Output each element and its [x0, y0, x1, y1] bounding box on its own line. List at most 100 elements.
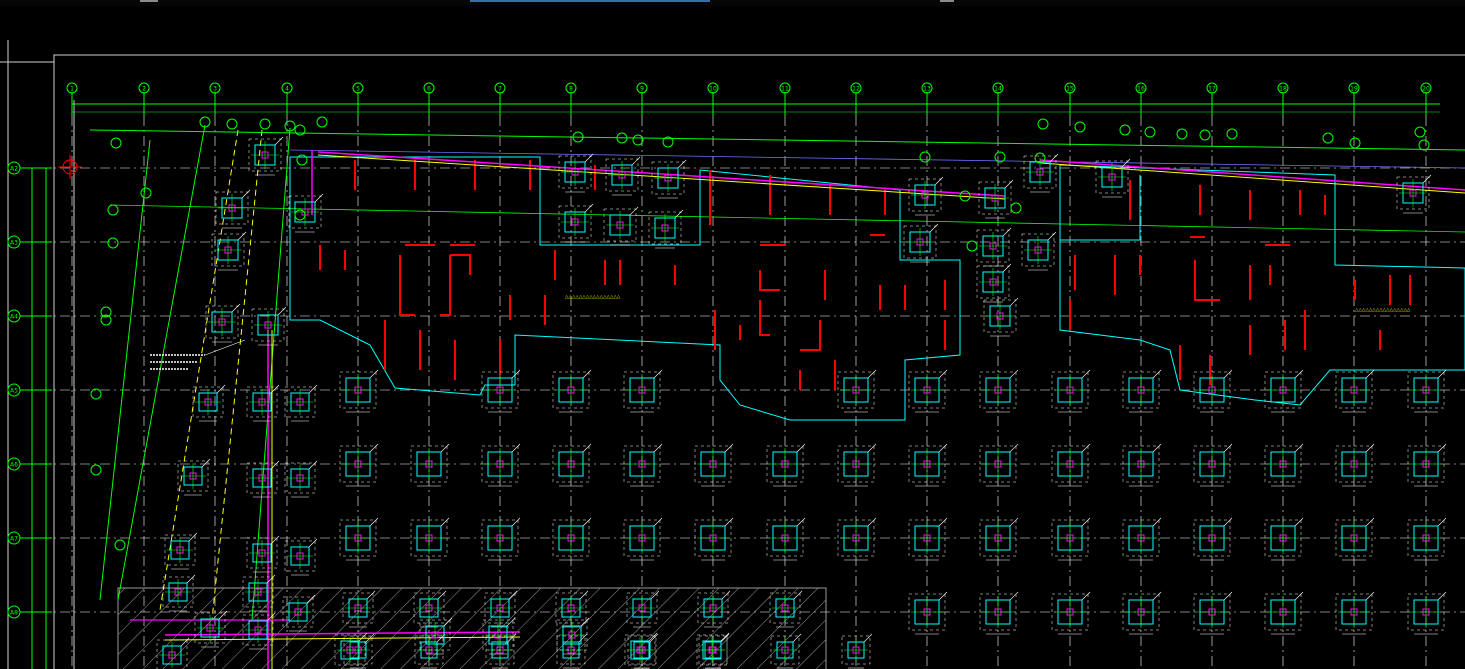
cap-leader [1009, 591, 1019, 601]
column-bubble-text: 15 [1066, 86, 1074, 93]
pile-cap [1051, 517, 1091, 561]
row-bubble: A4 [7, 309, 21, 323]
cap-leader [440, 517, 450, 527]
sub-axis-bubble-circle [1414, 126, 1426, 138]
pile-cap [177, 458, 211, 496]
cap-leader [369, 369, 379, 379]
outline-notch [1059, 165, 1141, 241]
pile-cap [552, 369, 592, 413]
row-bubble-text: A2 [10, 166, 18, 173]
cap-leader [582, 517, 592, 527]
column-bubble: 9 [636, 82, 648, 94]
cap-leader [653, 369, 663, 379]
skew-axis-line [211, 129, 263, 621]
sub-axis-bubble [259, 118, 271, 130]
sub-axis-bubble-circle [1010, 202, 1022, 214]
cap-leader [369, 517, 379, 527]
column-bubble: 5 [352, 82, 364, 94]
cap-leader [863, 633, 873, 643]
column-bubble-text: 19 [1350, 86, 1358, 93]
pile-cap [552, 443, 592, 487]
sub-axis-bubble [90, 388, 102, 400]
shear-wall [759, 300, 770, 336]
floor-plan-canvas[interactable]: 1 2 3 4 5 6 7 8 9 10 11 12 13 14 15 16 17 18 19 20A2A3A4A5A… [0, 0, 1465, 669]
sub-axis-bubble-circle [114, 539, 126, 551]
sub-axis-bubble-circle [90, 388, 102, 400]
pile-cap [1407, 517, 1447, 561]
column-bubble: 20 [1420, 82, 1432, 94]
sub-axis-bubble [90, 464, 102, 476]
sub-axis-bubble-circle [259, 118, 271, 130]
sub-axis-bubble [114, 539, 126, 551]
pile-cap [623, 517, 663, 561]
pile-cap [1264, 591, 1304, 635]
cap-leader [631, 156, 641, 166]
pile-cap [1051, 369, 1091, 413]
pile-cap [908, 369, 948, 413]
sub-axis-bubble-circle [110, 137, 122, 149]
sub-axis-bubble [1226, 128, 1238, 140]
sub-axis-bubble [226, 118, 238, 130]
ridge-label: △△△△△△△△△△△△△△△△ [565, 295, 621, 300]
row-bubble-text: A5 [10, 388, 18, 395]
column-bubble: 12 [850, 82, 862, 94]
cap-leader [1152, 591, 1162, 601]
pile-cap [651, 159, 687, 199]
cap-leader [629, 206, 639, 216]
column-bubble: 13 [921, 82, 933, 94]
cap-leader [1437, 369, 1447, 379]
cap-leader [1081, 443, 1091, 453]
column-bubble-text: 11 [781, 86, 789, 93]
sub-axis-bubble-circle [1176, 128, 1188, 140]
pile-cap [766, 517, 806, 561]
beam-line [317, 151, 1006, 197]
cap-leader [584, 153, 594, 163]
pile-cap [211, 231, 247, 271]
cap-leader [1223, 591, 1233, 601]
pile-cap [284, 384, 318, 422]
cap-leader [582, 443, 592, 453]
column-bubble-text: 8 [569, 86, 573, 93]
cap-leader [1002, 227, 1012, 237]
building-outline [289, 156, 1465, 421]
pile-cap [1021, 231, 1057, 271]
pile-cap [164, 532, 198, 570]
pile-cap [1122, 591, 1162, 635]
pile-cap [694, 443, 734, 487]
cap-leader [308, 384, 318, 394]
cap-leader [511, 369, 521, 379]
row-bubble: A5 [7, 383, 21, 397]
column-bubble: 17 [1206, 82, 1218, 94]
column-bubble: 1 [66, 82, 78, 94]
cad-drawing-viewport[interactable]: 1 2 3 4 5 6 7 8 9 10 11 12 13 14 15 16 17 18 19 20 A2 A3 A4 A5 A… [0, 0, 1465, 669]
column-bubble-text: 14 [994, 86, 1002, 93]
cap-leader [1081, 591, 1091, 601]
pile-cap [246, 384, 280, 422]
cap-leader [308, 538, 318, 548]
hatch-zone [117, 587, 827, 669]
pile-cap [908, 591, 948, 635]
sub-axis-bubble-circle [1322, 132, 1334, 144]
cap-leader [277, 306, 287, 316]
skew-axis-line [117, 124, 206, 601]
sub-axis-bubble-circle [1074, 121, 1086, 133]
row-bubble: A2 [7, 161, 21, 175]
shear-wall [450, 254, 471, 275]
pile-cap [1051, 443, 1091, 487]
sub-axis-bubble [107, 204, 119, 216]
sub-axis-bubble [316, 116, 328, 128]
cap-leader [1152, 443, 1162, 453]
cap-leader [929, 223, 939, 233]
column-bubble-text: 12 [852, 86, 860, 93]
column-bubble-text: 7 [498, 86, 502, 93]
shear-wall [1194, 260, 1220, 301]
pile-cap [481, 517, 521, 561]
pile-cap [251, 306, 287, 346]
cap-leader [188, 532, 198, 542]
row-bubble-text: A7 [10, 536, 18, 543]
cap-leader [1047, 231, 1057, 241]
cap-leader [314, 193, 324, 203]
sub-axis-bubble [1414, 126, 1426, 138]
pile-cap [284, 538, 318, 576]
row-bubble: A6 [7, 457, 21, 471]
